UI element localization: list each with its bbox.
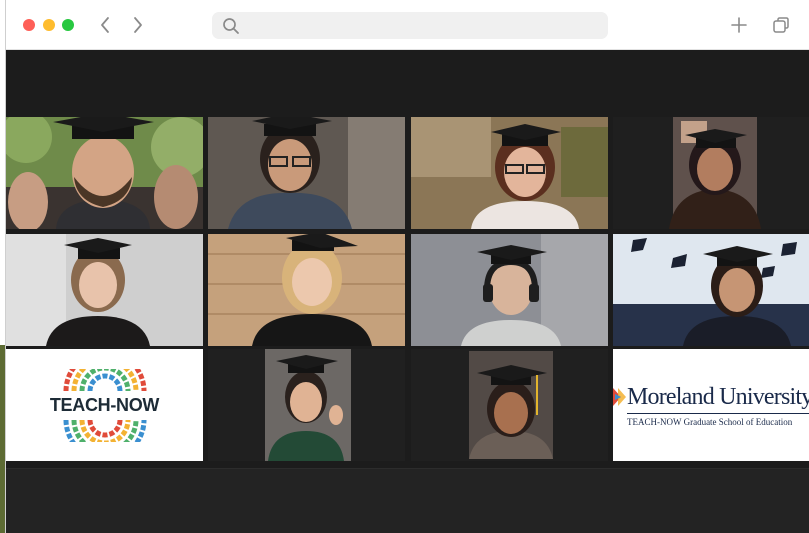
teach-now-logo-text: TEACH-NOW [49, 394, 160, 415]
participant-video-6 [208, 234, 405, 346]
participant-video-2 [208, 117, 405, 229]
participant-tile-4[interactable] [613, 117, 809, 229]
moreland-chevron-icon [613, 388, 626, 406]
forward-button[interactable] [127, 13, 149, 37]
video-meeting-stage: TEACH-NOW Moreland University TEACH-NOW … [6, 51, 809, 533]
participant-tile-6[interactable] [208, 234, 405, 346]
participant-tile-1[interactable] [6, 117, 203, 229]
minimize-window-button[interactable] [43, 19, 55, 31]
participant-tile-8[interactable] [613, 234, 809, 346]
plus-icon [731, 17, 747, 33]
new-tab-button[interactable] [728, 14, 750, 36]
participant-video-4 [613, 117, 809, 229]
moreland-logo: Moreland University [613, 384, 809, 411]
participant-video-1 [6, 117, 203, 229]
participant-video-10 [411, 349, 608, 461]
chevron-left-icon [101, 17, 109, 33]
back-button[interactable] [94, 13, 116, 37]
moreland-divider [627, 412, 809, 414]
participant-tile-3[interactable] [411, 117, 608, 229]
participant-tile-5[interactable] [6, 234, 203, 346]
close-window-button[interactable] [23, 19, 35, 31]
zoom-window-button[interactable] [62, 19, 74, 31]
browser-toolbar [6, 0, 809, 50]
moreland-university-logo-tile[interactable]: Moreland University TEACH-NOW Graduate S… [613, 349, 809, 461]
tab-overview-icon [773, 17, 789, 33]
participant-video-5 [6, 234, 203, 346]
address-input[interactable] [246, 16, 596, 35]
address-bar[interactable] [212, 12, 608, 39]
participant-video-3 [411, 117, 608, 229]
participant-tile-10-active-speaker[interactable] [411, 349, 608, 461]
teach-now-rainbow-bottom-icon [63, 419, 146, 442]
search-icon [223, 18, 239, 34]
browser-window: TEACH-NOW Moreland University TEACH-NOW … [5, 0, 809, 533]
participant-tile-2[interactable] [208, 117, 405, 229]
participant-tile-7[interactable] [411, 234, 608, 346]
teach-now-rainbow-top-icon [63, 368, 146, 391]
moreland-subtitle: TEACH-NOW Graduate School of Education [627, 416, 793, 427]
meeting-bottom-bar [6, 468, 809, 533]
participant-video-9 [208, 349, 405, 461]
participant-video-8 [613, 234, 809, 346]
participant-tile-9[interactable] [208, 349, 405, 461]
tab-overview-button[interactable] [770, 14, 792, 36]
chevron-right-icon [134, 17, 142, 33]
moreland-university-name: Moreland University [627, 383, 809, 410]
teach-now-logo-tile[interactable]: TEACH-NOW [6, 349, 203, 461]
participant-video-7 [411, 234, 608, 346]
